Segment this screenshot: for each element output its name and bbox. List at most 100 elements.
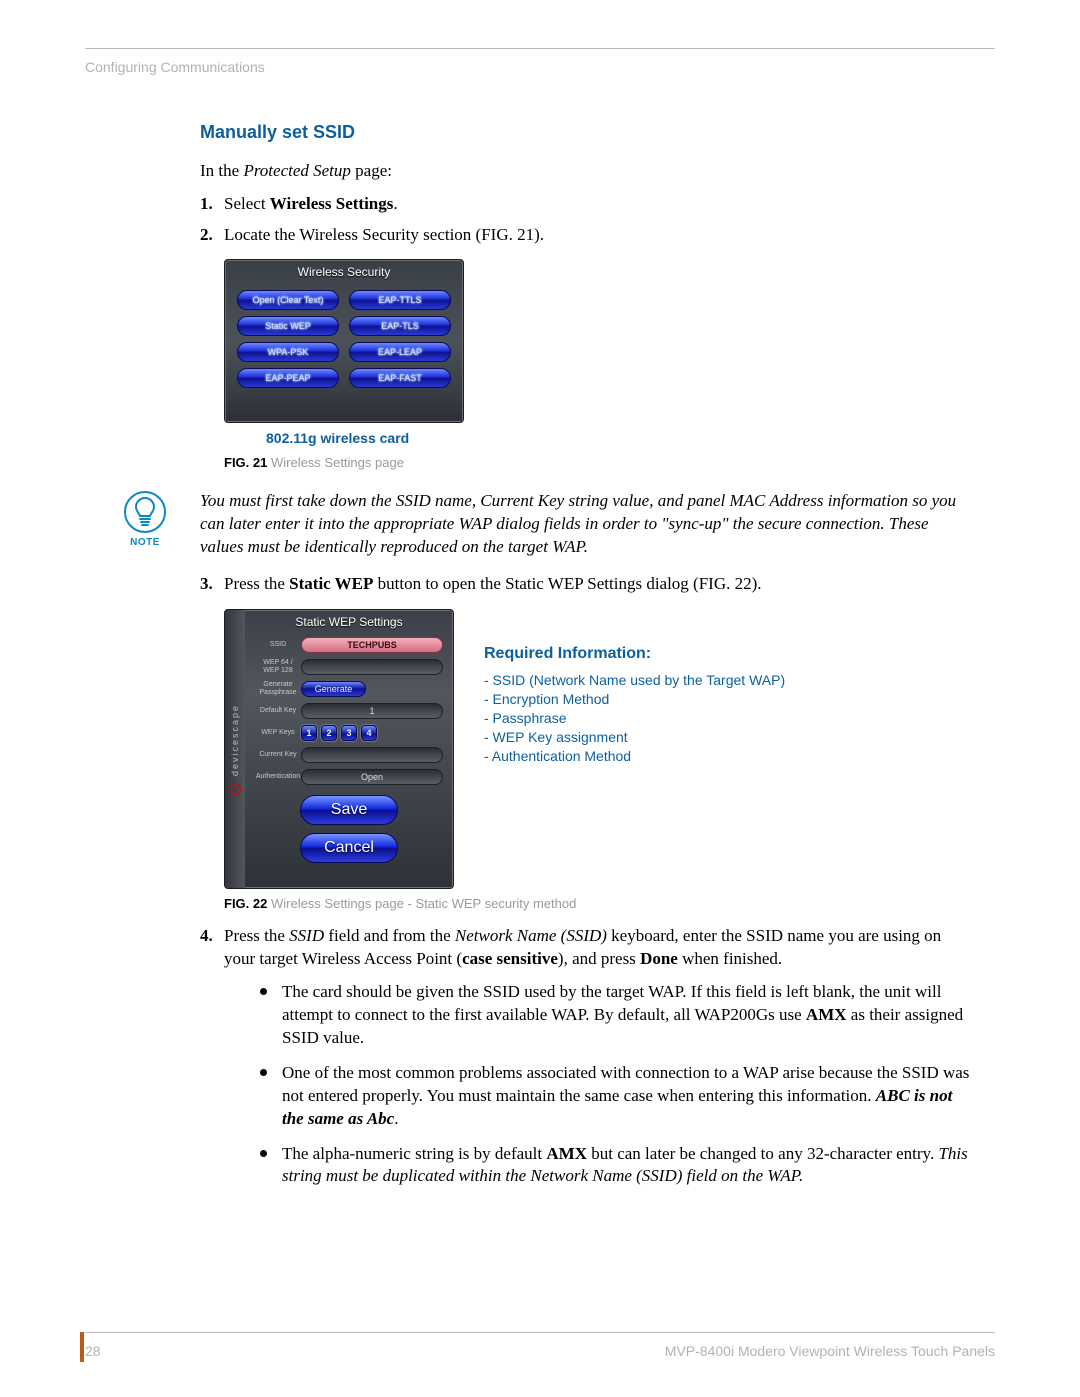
eap-ttls-button[interactable]: EAP-TTLS	[349, 290, 451, 310]
eap-tls-button[interactable]: EAP-TLS	[349, 316, 451, 336]
current-key-field[interactable]	[301, 747, 443, 763]
ssid-label: SSID	[255, 641, 301, 649]
fig22-caption-text: Wireless Settings page - Static WEP secu…	[267, 896, 576, 911]
step-num: 4.	[200, 925, 213, 948]
s4d: Network Name (SSID)	[455, 926, 607, 945]
lightbulb-icon	[123, 490, 167, 534]
wep-form: Static WEP Settings SSID TECHPUBS WEP 64…	[245, 610, 453, 888]
step-1-pre: Select	[224, 194, 270, 213]
note-text: You must first take down the SSID name, …	[200, 490, 970, 559]
note-block: NOTE You must first take down the SSID n…	[115, 490, 970, 559]
intro-italic: Protected Setup	[243, 161, 350, 180]
bullet-3: The alpha-numeric string is by default A…	[260, 1143, 970, 1189]
wep-mode-label: WEP 64 / WEP 128	[255, 659, 301, 674]
step-1: 1. Select Wireless Settings.	[200, 193, 970, 216]
wep-key-1-button[interactable]: 1	[301, 725, 317, 741]
step-2: 2. Locate the Wireless Security section …	[200, 224, 970, 472]
running-head: Configuring Communications	[85, 59, 995, 75]
req-item: - Encryption Method	[484, 690, 785, 709]
b2c: .	[394, 1109, 398, 1128]
wep-mode-field[interactable]	[301, 659, 443, 675]
static-wep-panel: devicescape e Static WEP Settings SSID T…	[224, 609, 454, 889]
fig22-label: FIG. 22	[224, 896, 267, 911]
devicescape-side: devicescape e	[225, 610, 245, 888]
auth-label: Authentication	[255, 773, 301, 781]
s4a: Press the	[224, 926, 289, 945]
s4b: SSID	[289, 926, 324, 945]
wep-keys-label: WEP Keys	[255, 729, 301, 737]
ssid-field[interactable]: TECHPUBS	[301, 637, 443, 653]
steps-list-cont: 3. Press the Static WEP button to open t…	[200, 573, 970, 1189]
doc-title: MVP-8400i Modero Viewpoint Wireless Touc…	[665, 1343, 995, 1359]
section-title: Manually set SSID	[200, 120, 970, 144]
fig21-caption-text: Wireless Settings page	[267, 455, 404, 470]
static-wep-button[interactable]: Static WEP	[237, 316, 339, 336]
wep-key-2-button[interactable]: 2	[321, 725, 337, 741]
intro-prefix: In the	[200, 161, 243, 180]
fig21-label: FIG. 21	[224, 455, 267, 470]
wep-key-3-button[interactable]: 3	[341, 725, 357, 741]
step-num: 1.	[200, 193, 213, 216]
step-1-post: .	[393, 194, 397, 213]
wpa-psk-button[interactable]: WPA-PSK	[237, 342, 339, 362]
devicescape-e-icon: e	[229, 783, 241, 795]
required-info-aside: Required Information: - SSID (Network Na…	[484, 643, 785, 765]
fig21-caption: FIG. 21 Wireless Settings page	[224, 454, 970, 472]
note-label: NOTE	[115, 536, 175, 550]
eap-peap-button[interactable]: EAP-PEAP	[237, 368, 339, 388]
wep-key-4-button[interactable]: 4	[361, 725, 377, 741]
b2a: One of the most common problems associat…	[282, 1063, 969, 1105]
b3a: The alpha-numeric string is by default	[282, 1144, 546, 1163]
auth-field[interactable]: Open	[301, 769, 443, 785]
wireless-security-panel: Wireless Security Open (Clear Text) EAP-…	[224, 259, 464, 423]
s4f: case sensitive	[462, 949, 558, 968]
b1b: AMX	[806, 1005, 847, 1024]
figure-22-row: devicescape e Static WEP Settings SSID T…	[224, 609, 970, 889]
generate-button[interactable]: Generate	[301, 681, 366, 697]
req-item: - SSID (Network Name used by the Target …	[484, 671, 785, 690]
required-info-heading: Required Information:	[484, 643, 785, 665]
intro-paragraph: In the Protected Setup page:	[200, 160, 970, 183]
step-2-text: Locate the Wireless Security section (FI…	[224, 225, 544, 244]
b3c: but can later be changed to any 32-chara…	[587, 1144, 938, 1163]
s4i: when finished.	[678, 949, 782, 968]
bullet-1: The card should be given the SSID used b…	[260, 981, 970, 1050]
eap-fast-button[interactable]: EAP-FAST	[349, 368, 451, 388]
step-4: 4. Press the SSID field and from the Net…	[200, 925, 970, 1188]
page-frame: Configuring Communications Manually set …	[85, 48, 995, 1200]
generate-label: Generate Passphrase	[255, 681, 301, 696]
s4h: Done	[640, 949, 678, 968]
bullet-2: One of the most common problems associat…	[260, 1062, 970, 1131]
devicescape-text: devicescape	[229, 704, 241, 776]
step-num: 3.	[200, 573, 213, 596]
page-footer: 28 MVP-8400i Modero Viewpoint Wireless T…	[85, 1332, 995, 1359]
step-4-bullets: The card should be given the SSID used b…	[260, 981, 970, 1189]
panel-title: Wireless Security	[225, 260, 463, 286]
fig22-caption: FIG. 22 Wireless Settings page - Static …	[224, 895, 970, 913]
step-num: 2.	[200, 224, 213, 247]
current-key-label: Current Key	[255, 751, 301, 759]
fig21-subcaption: 802.11g wireless card	[266, 429, 970, 448]
page-number: 28	[85, 1343, 101, 1359]
steps-list: 1. Select Wireless Settings. 2. Locate t…	[200, 193, 970, 472]
req-item: - Authentication Method	[484, 747, 785, 766]
save-button[interactable]: Save	[300, 795, 398, 825]
b3b: AMX	[546, 1144, 587, 1163]
eap-leap-button[interactable]: EAP-LEAP	[349, 342, 451, 362]
page-content: Manually set SSID In the Protected Setup…	[200, 120, 970, 1188]
note-icon: NOTE	[115, 490, 175, 550]
wep-key-buttons: 1 2 3 4	[301, 725, 377, 741]
default-key-field[interactable]: 1	[301, 703, 443, 719]
security-button-grid: Open (Clear Text) EAP-TTLS Static WEP EA…	[225, 286, 463, 388]
s4g: ), and press	[558, 949, 640, 968]
step-1-bold: Wireless Settings	[270, 194, 394, 213]
figure-21: Wireless Security Open (Clear Text) EAP-…	[224, 259, 970, 448]
step-3: 3. Press the Static WEP button to open t…	[200, 573, 970, 913]
cancel-button[interactable]: Cancel	[300, 833, 398, 863]
step-3-post: button to open the Static WEP Settings d…	[373, 574, 761, 593]
intro-suffix: page:	[351, 161, 392, 180]
step-3-pre: Press the	[224, 574, 289, 593]
s4c: field and from the	[324, 926, 455, 945]
default-key-label: Default Key	[255, 707, 301, 715]
open-clear-text-button[interactable]: Open (Clear Text)	[237, 290, 339, 310]
